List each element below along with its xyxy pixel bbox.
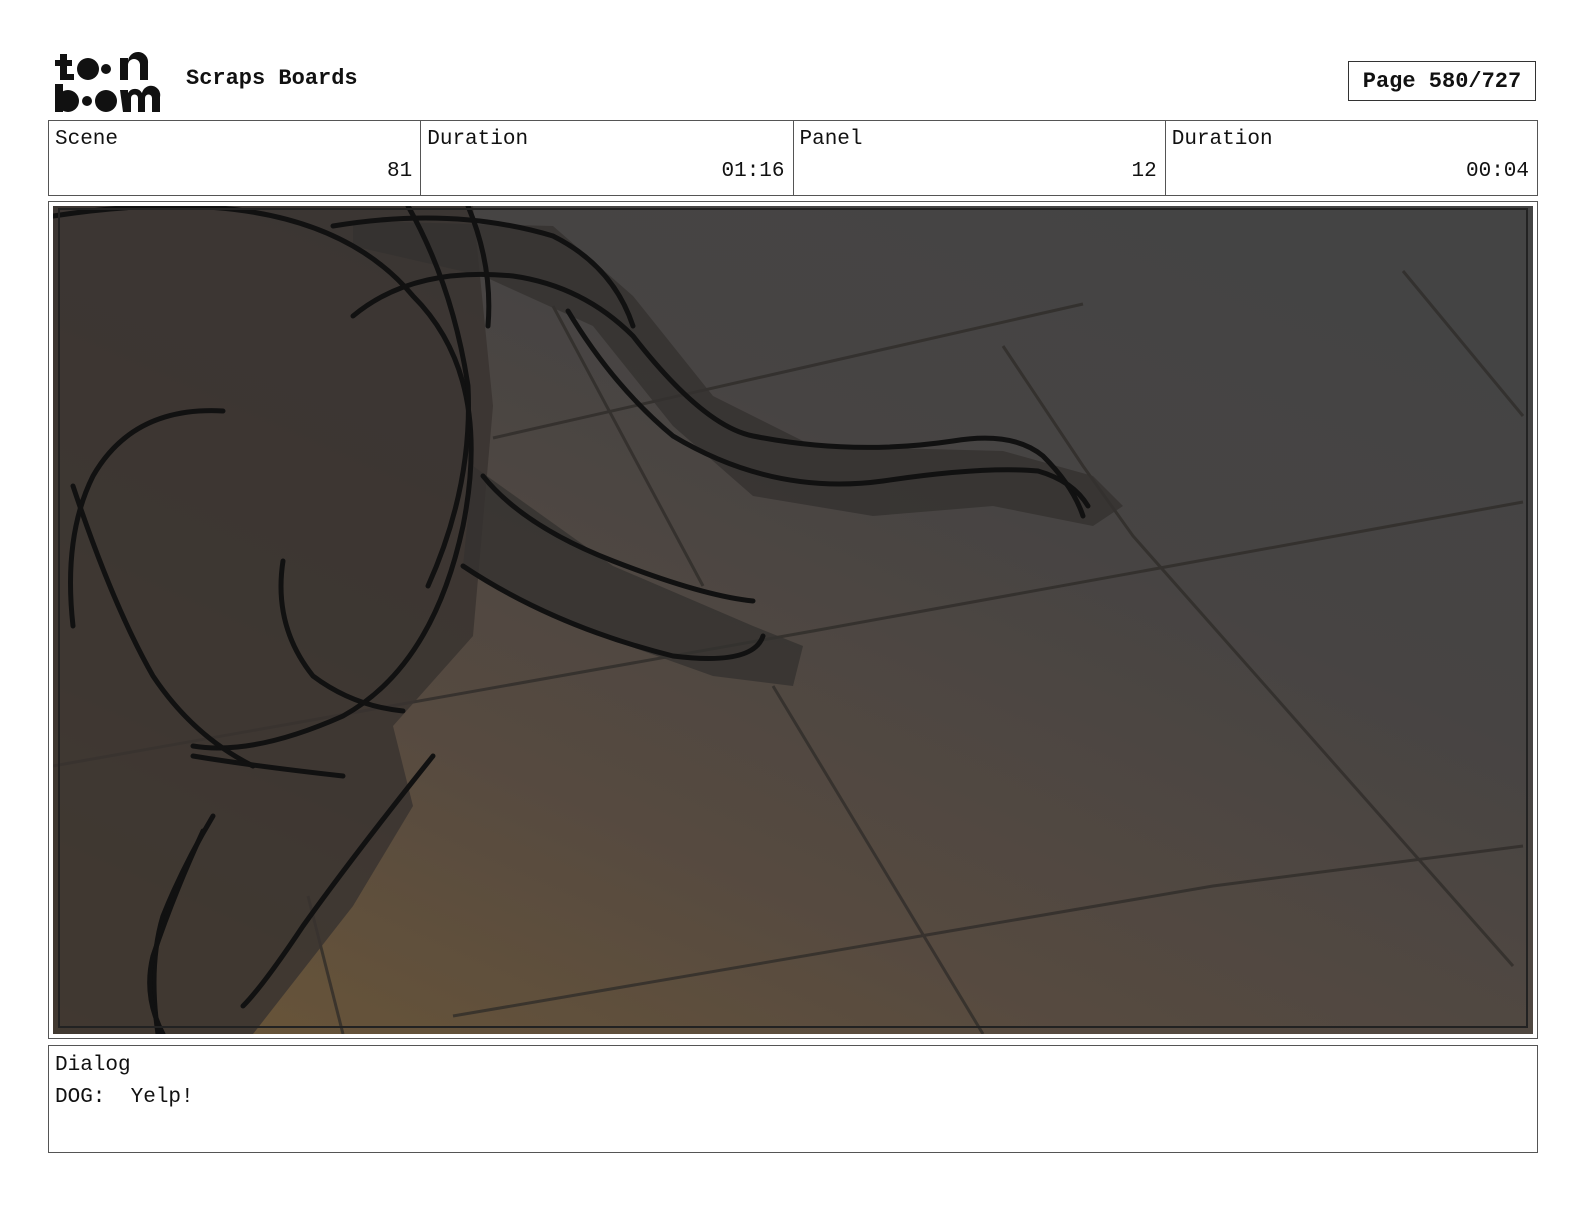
panel-frame bbox=[48, 201, 1538, 1039]
scene-value: 81 bbox=[387, 160, 413, 183]
panel-duration-cell: Duration 00:04 bbox=[1166, 121, 1537, 195]
panel-duration-label: Duration bbox=[1171, 128, 1273, 151]
scene-duration-label: Duration bbox=[427, 128, 529, 151]
panel-image bbox=[53, 206, 1533, 1034]
board-title: Scraps Boards bbox=[186, 66, 358, 91]
panel-value: 12 bbox=[1131, 160, 1157, 183]
info-row: Scene 81 Duration 01:16 Panel 12 Duratio… bbox=[48, 120, 1538, 196]
dialog-box: Dialog DOG: Yelp! bbox=[48, 1045, 1538, 1153]
dialog-text: DOG: Yelp! bbox=[55, 1086, 194, 1109]
panel-duration-value: 00:04 bbox=[1465, 160, 1529, 183]
panel-label: Panel bbox=[799, 128, 863, 151]
scene-duration-value: 01:16 bbox=[721, 160, 785, 183]
page-indicator: Page 580/727 bbox=[1348, 61, 1536, 101]
toon-boom-logo bbox=[52, 50, 164, 114]
dialog-label: Dialog bbox=[55, 1054, 131, 1077]
scene-cell: Scene 81 bbox=[49, 121, 422, 195]
scene-duration-cell: Duration 01:16 bbox=[421, 121, 794, 195]
scene-label: Scene bbox=[55, 128, 119, 151]
storyboard-sketch bbox=[53, 206, 1533, 1034]
panel-cell: Panel 12 bbox=[794, 121, 1166, 195]
